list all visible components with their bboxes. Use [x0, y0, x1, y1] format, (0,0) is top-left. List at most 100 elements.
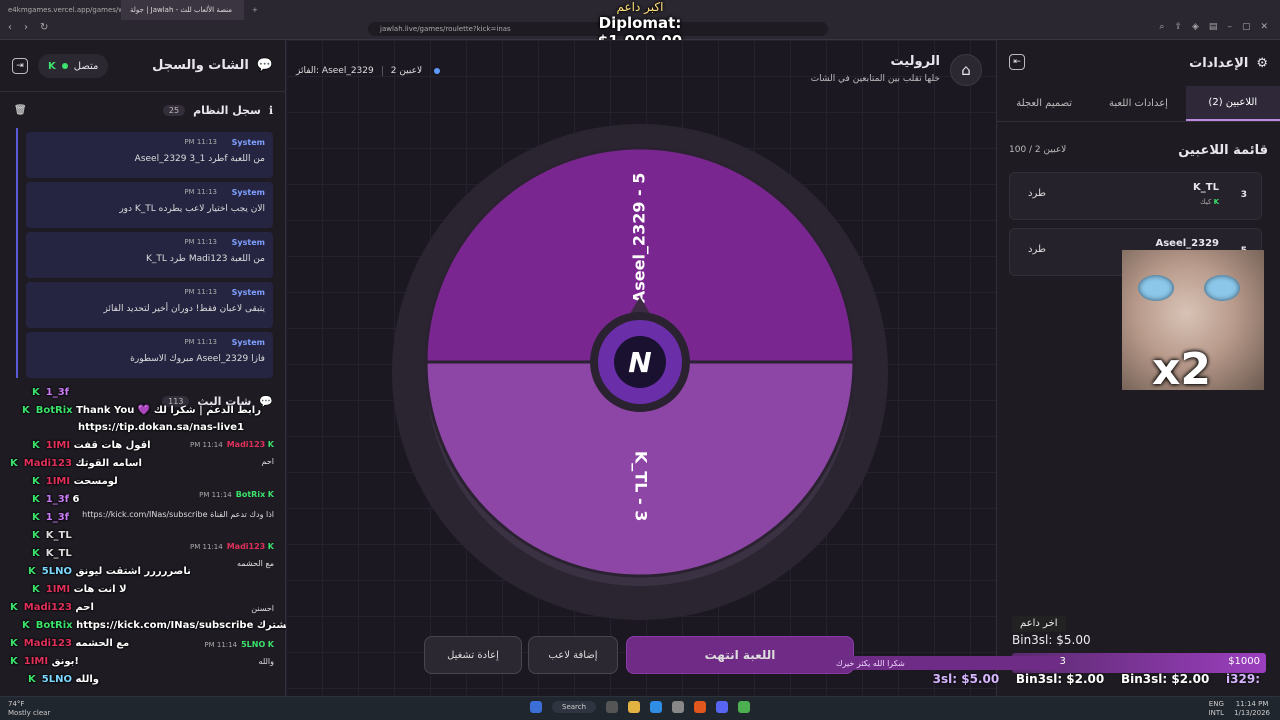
lang-layout: INTL: [1208, 709, 1225, 717]
taskbar-apps: Search: [530, 701, 751, 713]
nav-buttons: ‹ › ↻: [8, 22, 48, 33]
weather-widget[interactable]: 74°F Mostly clear: [8, 700, 50, 718]
tab-strip: e4kmgames.vercel.app/games/wheel جولة | …: [0, 0, 264, 20]
home-button[interactable]: ⌂: [950, 54, 982, 86]
kick-player-button[interactable]: طرد: [1028, 244, 1046, 255]
message-text: مع الحشمه: [237, 559, 274, 568]
message-time: PM 11:14: [190, 543, 223, 551]
game-ended-button[interactable]: اللعبة انتهت: [626, 636, 854, 674]
share-icon[interactable]: ⇪: [1174, 22, 1182, 32]
address-text: jawlah.live/games/roulette?kick=inas: [380, 25, 511, 33]
shield-icon[interactable]: ◈: [1192, 22, 1199, 32]
forward-icon[interactable]: ›: [24, 22, 28, 33]
os-taskbar: 74°F Mostly clear Search ENG INTL 11:14 P…: [0, 696, 1280, 720]
player-name: K_TL: [1193, 182, 1219, 193]
message-text: مبروك الاسطورة Aseel_2329 فازا: [130, 354, 265, 364]
sticker-eye: [1138, 275, 1174, 301]
message-text: دور K_TL الان يجب اختيار لاعب يطرده: [119, 204, 265, 214]
message-sender: 5LNO: [241, 640, 266, 649]
kick-icon: K: [267, 640, 274, 649]
connection-status: K متصل: [38, 54, 109, 78]
collapse-panel-icon[interactable]: ⇥: [12, 58, 28, 74]
new-tab-button[interactable]: +: [244, 0, 264, 20]
tab-players[interactable]: اللاعبين (2): [1185, 86, 1280, 121]
kick-icon: K: [267, 440, 274, 449]
close-icon[interactable]: ✕: [1260, 22, 1268, 32]
taskbar-search[interactable]: Search: [552, 701, 597, 713]
system-message: PM 11:13 System يتبقى لاعبان فقط! دوران …: [26, 282, 273, 328]
goal-target: $1000: [1228, 656, 1260, 667]
player-card: طرد K_TL كيك K 3: [1009, 172, 1262, 220]
kick-icon: K: [1213, 198, 1219, 206]
system-log-list: PM 11:13 System Aseel_2329 طرد 1_3f من ا…: [16, 128, 279, 378]
sticker-eye: [1204, 275, 1240, 301]
kick-icon: K: [48, 60, 56, 72]
language-indicator[interactable]: ENG INTL: [1209, 700, 1224, 718]
discord-icon[interactable]: [716, 701, 729, 713]
stream-chat-count: 113: [162, 395, 190, 407]
collapse-panel-icon[interactable]: ⇤: [1009, 54, 1025, 70]
stream-chat-header: 113 شات البث 💬: [0, 386, 285, 416]
players-count: 2 لاعبين: [390, 66, 423, 76]
settings-panel: الإعدادات ⚙ ⇤ تصميم العجلة إعدادات اللعب…: [996, 40, 1280, 696]
message-text: https://kick.com/INas/subscribe اذا ودك …: [82, 510, 274, 519]
message-time: PM 11:14: [199, 491, 232, 499]
hub-logo-text: N: [628, 346, 651, 379]
message-sender: System: [231, 238, 265, 247]
ticker-item: i329:: [1226, 672, 1260, 686]
game-title: الروليت: [890, 54, 940, 69]
message-time: PM 11:13: [184, 188, 217, 196]
store-icon[interactable]: [672, 701, 685, 713]
meta-divider: [381, 66, 383, 76]
trash-icon[interactable]: 🗑: [14, 105, 27, 116]
message-text: احم: [261, 457, 275, 466]
chat-message: PM 11:14 Madi123 K مع الحشمه: [186, 542, 274, 568]
message-text: Aseel_2329 طرد 1_3f من اللعبة: [134, 154, 265, 164]
kick-player-button[interactable]: طرد: [1028, 188, 1046, 199]
restart-button[interactable]: إعادة تشغيل: [424, 636, 522, 674]
file-explorer-icon[interactable]: [628, 701, 641, 713]
clock[interactable]: 11:14 PM 1/13/2026: [1234, 700, 1270, 718]
back-icon[interactable]: ‹: [8, 22, 12, 33]
message-sender: System: [231, 138, 265, 147]
chrome-icon[interactable]: [738, 701, 751, 713]
sidebar-icon[interactable]: ▤: [1209, 22, 1218, 32]
clock-date: 1/13/2026: [1234, 709, 1270, 717]
browser-actions: ⌕ ⇪ ◈ ▤ – ▢ ✕: [1159, 22, 1268, 32]
brave-icon[interactable]: [694, 701, 707, 713]
message-text: احسنن: [251, 604, 274, 613]
minimize-icon[interactable]: –: [1227, 22, 1232, 32]
weather-temp: 74°F: [8, 700, 25, 708]
task-view-icon[interactable]: [606, 701, 619, 713]
system-log-count: 25: [162, 104, 186, 116]
chat-message: PM 11:14 BotRix K: [195, 490, 274, 499]
wheel-segment-label: K_TL - 3: [632, 451, 651, 521]
donation-ticker: 3sl: $5.00 Bin3sl: $2.00 Bin3sl: $2.00 i…: [820, 672, 1260, 690]
message-sender: System: [231, 338, 265, 347]
browser-tab[interactable]: e4kmgames.vercel.app/games/wheel: [0, 0, 122, 20]
weather-desc: Mostly clear: [8, 709, 51, 717]
chat-message: PM 11:14 Madi123 K احم: [186, 440, 274, 466]
roulette-wheel[interactable]: Aseel_2329 - 5 K_TL - 3 N: [390, 122, 890, 622]
message-time: PM 11:13: [184, 238, 217, 246]
game-area: ⌂ الروليت خلها تقلب بين المتابعين في الش…: [286, 40, 996, 696]
wheel-segment-label: Aseel_2329 - 5: [630, 173, 649, 304]
browser-tab-active[interactable]: جولة | Jawlah - منصة الألعاب للث: [122, 0, 244, 20]
edge-icon[interactable]: [650, 701, 663, 713]
reload-icon[interactable]: ↻: [40, 22, 48, 33]
system-log-title: سجل النظام: [193, 103, 261, 117]
windows-start-icon[interactable]: [530, 701, 542, 713]
sticker-multiplier: x2: [1152, 344, 1211, 395]
tab-game-settings[interactable]: إعدادات اللعبة: [1091, 86, 1185, 121]
sticker-image: x2: [1122, 250, 1264, 395]
system-log-header: 🗑 25 سجل النظام ℹ: [0, 92, 285, 128]
players-list-count: 100 / 2 لاعبين: [1009, 145, 1067, 155]
chat-message: https://kick.com/INas/subscribe اذا ودك …: [82, 510, 274, 519]
zoom-icon[interactable]: ⌕: [1159, 22, 1164, 32]
message-sender: BotRix: [235, 490, 266, 499]
maximize-icon[interactable]: ▢: [1242, 22, 1251, 32]
add-player-button[interactable]: إضافة لاعب: [528, 636, 618, 674]
message-sender: Madi123: [226, 440, 266, 449]
tab-wheel-design[interactable]: تصميم العجلة: [997, 86, 1091, 121]
status-dot: [434, 68, 441, 74]
